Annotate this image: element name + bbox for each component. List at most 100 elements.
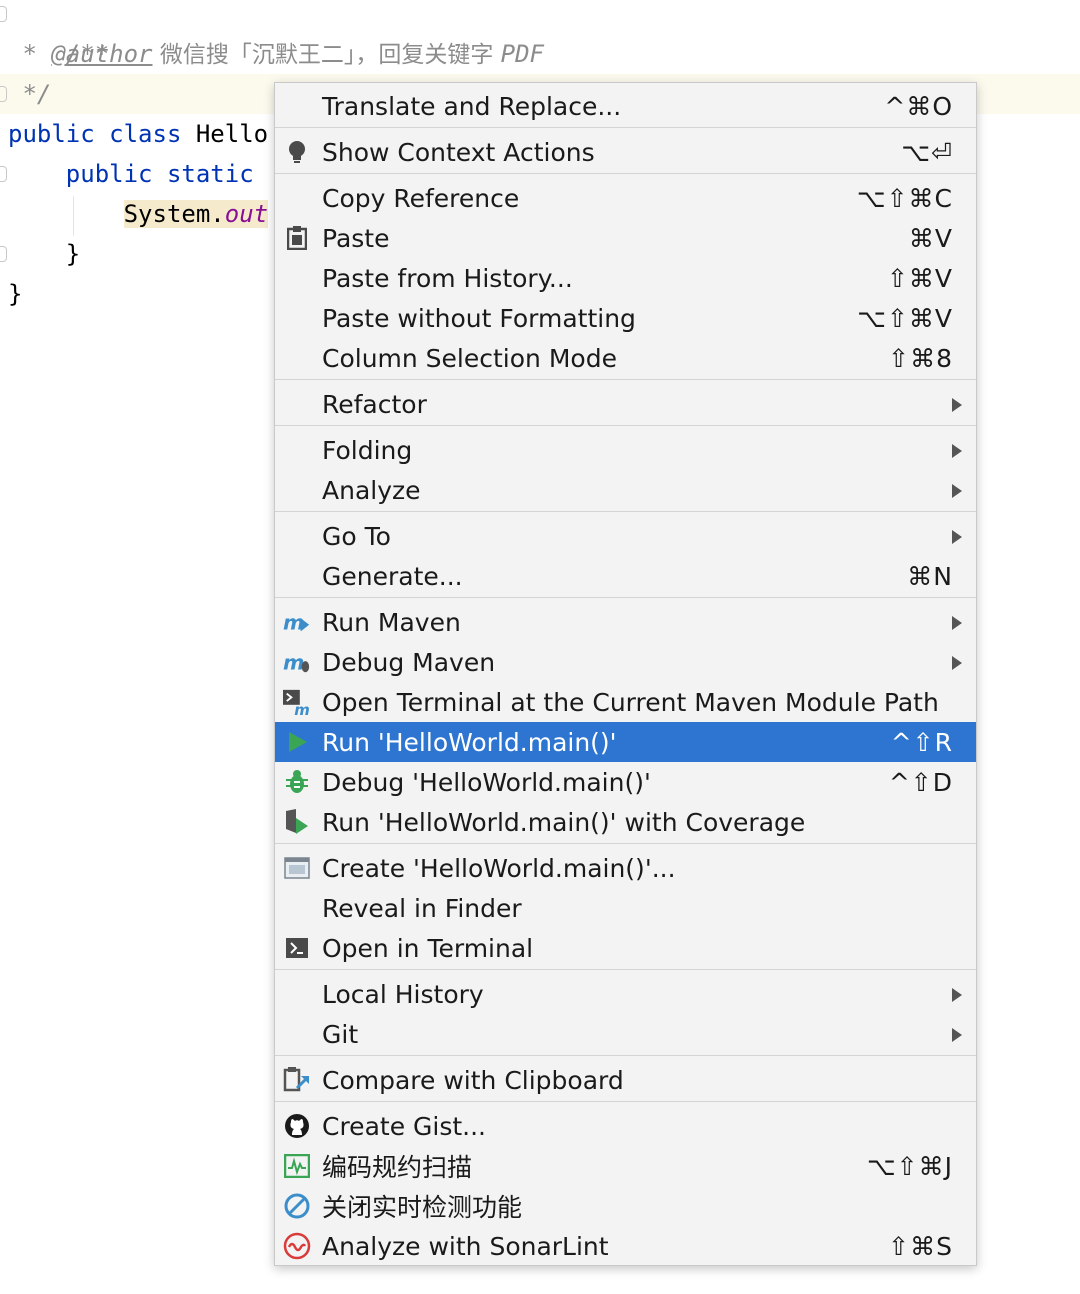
- code-line-1[interactable]: /**: [8, 0, 109, 68]
- menu-item-disable-realtime-detection[interactable]: 关闭实时检测功能: [275, 1186, 976, 1226]
- menu-item-paste-from-history[interactable]: Paste from History... ⇧⌘V: [275, 258, 976, 298]
- clipboard-icon: [283, 223, 311, 253]
- menu-item-label: 关闭实时检测功能: [322, 1193, 523, 1222]
- menu-item-run-maven[interactable]: m Run Maven: [275, 602, 976, 642]
- menu-item-label: Analyze with SonarLint: [322, 1231, 609, 1261]
- menu-item-create-gist[interactable]: Create Gist...: [275, 1106, 976, 1146]
- comment-star: *: [22, 40, 52, 68]
- run-config-icon: [283, 853, 311, 883]
- menu-item-open-in-terminal[interactable]: Open in Terminal: [275, 928, 976, 968]
- menu-item-shortcut: ⌥⇧⌘C: [856, 183, 953, 213]
- menu-item-label: Local History: [322, 979, 484, 1009]
- menu-item-debug-maven[interactable]: m Debug Maven: [275, 642, 976, 682]
- menu-item-label: Git: [322, 1019, 359, 1049]
- submenu-arrow-icon: [952, 616, 962, 630]
- menu-item-shortcut: ^⌘O: [884, 91, 953, 121]
- menu-item-debug-main[interactable]: Debug 'HelloWorld.main()' ^⇧D: [275, 762, 976, 802]
- menu-item-label: Run 'HelloWorld.main()' with Coverage: [322, 807, 806, 837]
- menu-item-label: Paste: [322, 223, 390, 253]
- menu-item-run-with-coverage[interactable]: Run 'HelloWorld.main()' with Coverage: [275, 802, 976, 842]
- menu-item-shortcut: ⌥⏎: [901, 137, 953, 167]
- menu-item-paste[interactable]: Paste ⌘V: [275, 218, 976, 258]
- menu-item-open-terminal-maven[interactable]: m Open Terminal at the Current Maven Mod…: [275, 682, 976, 722]
- menu-item-compare-with-clipboard[interactable]: Compare with Clipboard: [275, 1060, 976, 1100]
- sonarlint-icon: [283, 1231, 311, 1261]
- menu-separator: [275, 379, 976, 380]
- comment-chinese-text: 微信搜「沉默王二」，回复关键字: [152, 42, 501, 68]
- code-line-6[interactable]: System.out: [8, 194, 269, 234]
- menu-item-go-to[interactable]: Go To: [275, 516, 976, 556]
- menu-item-label: Show Context Actions: [322, 137, 595, 167]
- menu-item-reveal-in-finder[interactable]: Reveal in Finder: [275, 888, 976, 928]
- comment-close: */: [22, 80, 52, 108]
- github-icon: [283, 1111, 311, 1141]
- menu-item-label: Debug Maven: [322, 647, 496, 677]
- menu-separator: [275, 597, 976, 598]
- menu-item-copy-reference[interactable]: Copy Reference ⌥⇧⌘C: [275, 178, 976, 218]
- lightbulb-icon: [283, 137, 311, 167]
- code-line-3[interactable]: */: [8, 74, 51, 114]
- menu-item-label: 编码规约扫描: [322, 1153, 473, 1182]
- fold-marker-icon[interactable]: [0, 6, 7, 22]
- menu-separator: [275, 173, 976, 174]
- menu-item-code-scan[interactable]: 编码规约扫描 ⌥⇧⌘J: [275, 1146, 976, 1186]
- menu-item-label: Generate...: [322, 561, 463, 591]
- compare-clipboard-icon: [283, 1065, 311, 1095]
- menu-item-create-run-config[interactable]: Create 'HelloWorld.main()'...: [275, 848, 976, 888]
- code-line-2[interactable]: * @author 微信搜「沉默王二」，回复关键字 PDF: [8, 34, 544, 74]
- code-line-5[interactable]: public static: [8, 154, 254, 194]
- svg-text:m: m: [294, 701, 310, 717]
- menu-item-shortcut: ⇧⌘8: [888, 343, 953, 373]
- menu-item-shortcut: ⌥⇧⌘J: [866, 1151, 953, 1181]
- submenu-arrow-icon: [952, 398, 962, 412]
- menu-item-label: Run Maven: [322, 607, 461, 637]
- code-scan-icon: [283, 1151, 311, 1181]
- menu-item-column-selection-mode[interactable]: Column Selection Mode ⇧⌘8: [275, 338, 976, 378]
- menu-separator: [275, 843, 976, 844]
- menu-item-label: Compare with Clipboard: [322, 1065, 624, 1095]
- menu-item-analyze[interactable]: Analyze: [275, 470, 976, 510]
- maven-terminal-icon: m: [283, 687, 311, 717]
- keyword-static: static: [166, 160, 254, 188]
- submenu-arrow-icon: [952, 656, 962, 670]
- menu-item-translate-replace[interactable]: Translate and Replace... ^⌘O: [275, 86, 976, 126]
- keyword-class: class: [109, 120, 182, 148]
- menu-item-label: Folding: [322, 435, 413, 465]
- menu-item-local-history[interactable]: Local History: [275, 974, 976, 1014]
- fold-marker-icon[interactable]: [0, 86, 7, 102]
- submenu-arrow-icon: [952, 1028, 962, 1042]
- menu-item-shortcut: ^⇧R: [890, 727, 953, 757]
- coverage-icon: [283, 807, 311, 837]
- menu-item-run-main[interactable]: Run 'HelloWorld.main()' ^⇧R: [275, 722, 976, 762]
- author-tag: @author: [51, 40, 153, 68]
- menu-item-show-context-actions[interactable]: Show Context Actions ⌥⏎: [275, 132, 976, 172]
- menu-item-label: Analyze: [322, 475, 421, 505]
- menu-separator: [275, 1055, 976, 1056]
- menu-item-folding[interactable]: Folding: [275, 430, 976, 470]
- code-line-8[interactable]: }: [8, 274, 22, 314]
- menu-separator: [275, 511, 976, 512]
- menu-item-shortcut: ⌘N: [907, 561, 953, 591]
- menu-item-shortcut: ⌥⇧⌘V: [857, 303, 953, 333]
- menu-item-label: Reveal in Finder: [322, 893, 522, 923]
- menu-item-label: Copy Reference: [322, 183, 520, 213]
- menu-item-git[interactable]: Git: [275, 1014, 976, 1054]
- fold-marker-icon[interactable]: [0, 246, 7, 262]
- keyword-public: public: [65, 160, 153, 188]
- menu-item-generate[interactable]: Generate... ⌘N: [275, 556, 976, 596]
- menu-item-analyze-sonarlint[interactable]: Analyze with SonarLint ⇧⌘S: [275, 1226, 976, 1266]
- code-line-4[interactable]: public class Hello: [8, 114, 268, 154]
- submenu-arrow-icon: [952, 530, 962, 544]
- menu-item-refactor[interactable]: Refactor: [275, 384, 976, 424]
- menu-item-label: Open Terminal at the Current Maven Modul…: [322, 687, 939, 717]
- code-line-7[interactable]: }: [8, 234, 80, 274]
- context-menu: Translate and Replace... ^⌘O Show Contex…: [274, 82, 977, 1266]
- class-name: Hello: [195, 120, 269, 148]
- menu-item-paste-without-formatting[interactable]: Paste without Formatting ⌥⇧⌘V: [275, 298, 976, 338]
- out-field: out: [224, 200, 269, 228]
- closing-brace: }: [65, 240, 81, 268]
- comment-pdf: PDF: [500, 40, 544, 68]
- menu-item-label: Go To: [322, 521, 391, 551]
- fold-marker-icon[interactable]: [0, 166, 7, 182]
- disable-detection-icon: [283, 1191, 311, 1221]
